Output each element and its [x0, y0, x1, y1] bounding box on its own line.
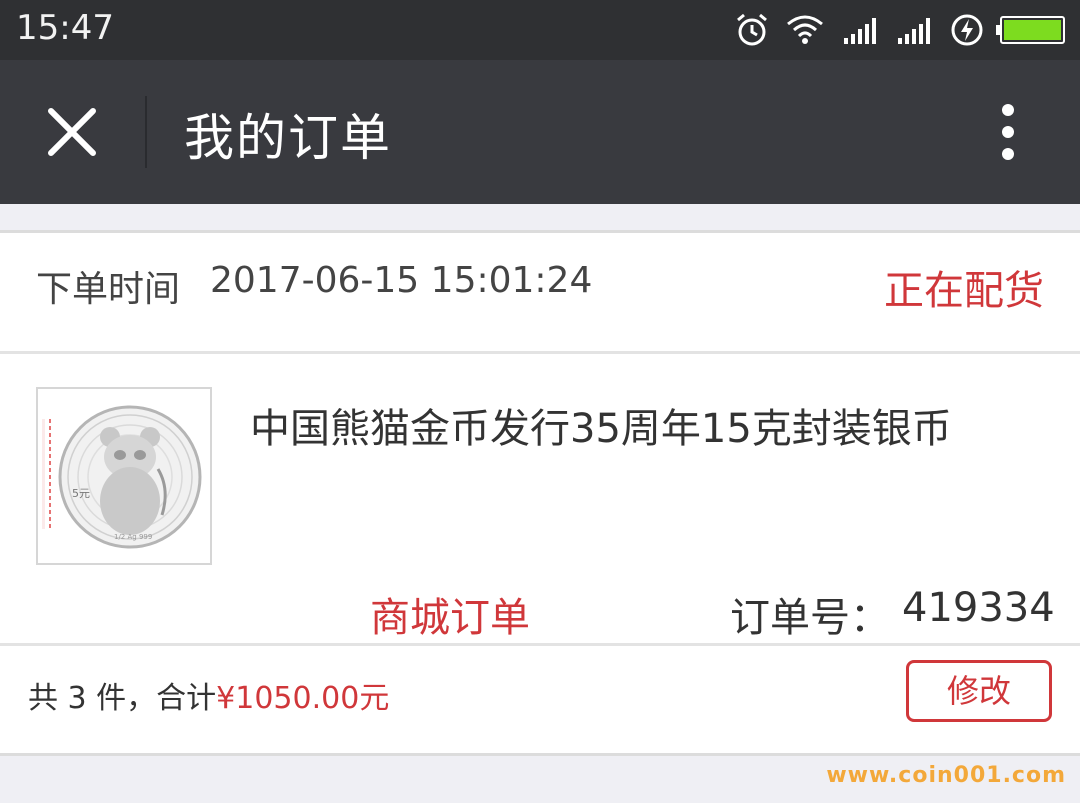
- product-name[interactable]: 中国熊猫金币发行35周年15克封装银币: [250, 396, 952, 454]
- title-bar: 我的订单: [0, 60, 1080, 204]
- battery-icon: [996, 16, 1065, 44]
- order-status: 正在配货: [884, 268, 1044, 314]
- close-button[interactable]: [30, 90, 114, 174]
- divider: [0, 643, 1080, 646]
- alarm-icon: [737, 13, 767, 46]
- card-divider: [0, 753, 1080, 756]
- close-icon: [48, 108, 96, 156]
- product-image[interactable]: 5元 1/2 Ag 999: [36, 387, 212, 565]
- wifi-icon: [787, 15, 823, 44]
- svg-text:1/2 Ag 999: 1/2 Ag 999: [114, 533, 152, 541]
- order-time-label: 下单时间: [36, 269, 181, 310]
- order-summary: 共 3 件，合计¥1050.00元: [28, 673, 389, 717]
- order-total: ¥1050.00元: [216, 681, 390, 716]
- order-summary-text: 共 3 件，合计: [28, 681, 217, 716]
- signal-icon: [898, 18, 930, 44]
- watermark: www.coin001.com: [826, 763, 1066, 788]
- order-number-value: 419334: [902, 585, 1055, 631]
- charging-icon: [951, 14, 983, 46]
- page-title: 我的订单: [184, 109, 392, 167]
- panda-coin-image: 5元 1/2 Ag 999: [38, 389, 210, 563]
- order-time-value: 2017-06-15 15:01:24: [210, 260, 593, 301]
- more-options-button[interactable]: [980, 96, 1036, 168]
- more-vertical-icon: [1002, 104, 1014, 116]
- order-header: 下单时间 2017-06-15 15:01:24 正在配货: [0, 233, 1080, 351]
- title-divider: [145, 96, 147, 168]
- status-time: 15:47: [16, 8, 114, 48]
- order-type: 商城订单: [370, 595, 530, 641]
- divider: [0, 351, 1080, 354]
- order-card[interactable]: 下单时间 2017-06-15 15:01:24 正在配货 5元 1/2 Ag …: [0, 233, 1080, 753]
- svg-text:5元: 5元: [72, 487, 90, 500]
- order-number-label: 订单号：: [730, 595, 890, 641]
- modify-button[interactable]: 修改: [906, 660, 1052, 722]
- status-bar: 15:47: [0, 0, 1080, 60]
- signal-icon: [844, 18, 876, 44]
